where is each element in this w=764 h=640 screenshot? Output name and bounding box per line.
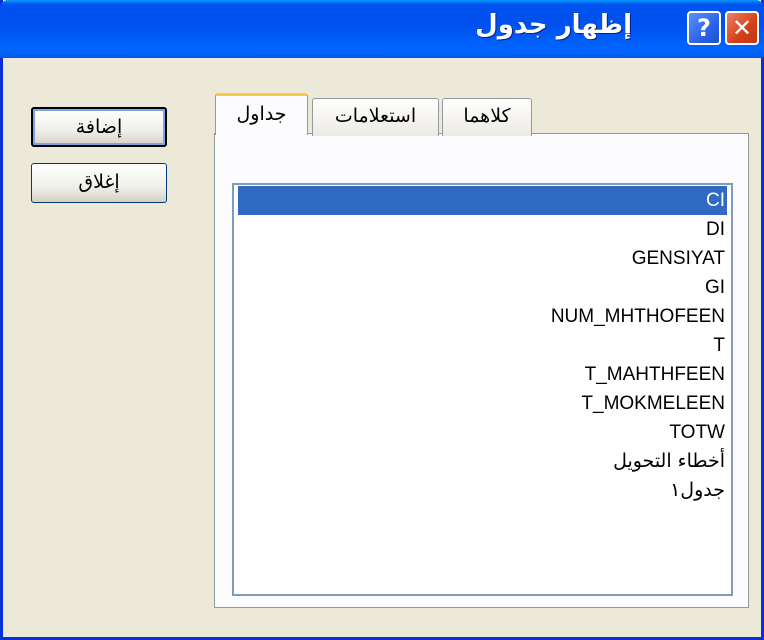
add-button[interactable]: إضافة xyxy=(31,107,167,147)
list-item[interactable]: GENSIYAT xyxy=(238,244,727,273)
list-item[interactable]: جدول١ xyxy=(238,476,727,505)
list-item[interactable]: TOTW xyxy=(238,418,727,447)
help-icon[interactable]: ? xyxy=(687,11,721,45)
list-item[interactable]: GI xyxy=(238,273,727,302)
title-bar[interactable]: ✕ ? إظهار جدول xyxy=(0,0,764,58)
list-item[interactable]: T_MOKMELEEN xyxy=(238,389,727,418)
show-table-dialog: ✕ ? إظهار جدول إضافة إغلاق جداول استعلام… xyxy=(0,0,764,640)
list-item[interactable]: CI xyxy=(237,185,728,216)
tab-both[interactable]: كلاهما xyxy=(442,98,532,136)
window-title: إظهار جدول xyxy=(475,10,632,40)
list-item[interactable]: NUM_MHTHOFEEN xyxy=(238,302,727,331)
close-button[interactable]: إغلاق xyxy=(31,163,167,203)
list-item[interactable]: أخطاء التحويل xyxy=(238,447,727,476)
close-icon[interactable]: ✕ xyxy=(725,11,759,45)
list-item[interactable]: T xyxy=(238,331,727,360)
tab-tables[interactable]: جداول xyxy=(215,93,308,135)
tab-queries[interactable]: استعلامات xyxy=(312,98,439,136)
list-item[interactable]: DI xyxy=(238,215,727,244)
list-item[interactable]: T_MAHTHFEEN xyxy=(238,360,727,389)
tables-listbox[interactable]: CI DI GENSIYAT GI NUM_MHTHOFEEN T T_MAHT… xyxy=(232,183,733,596)
